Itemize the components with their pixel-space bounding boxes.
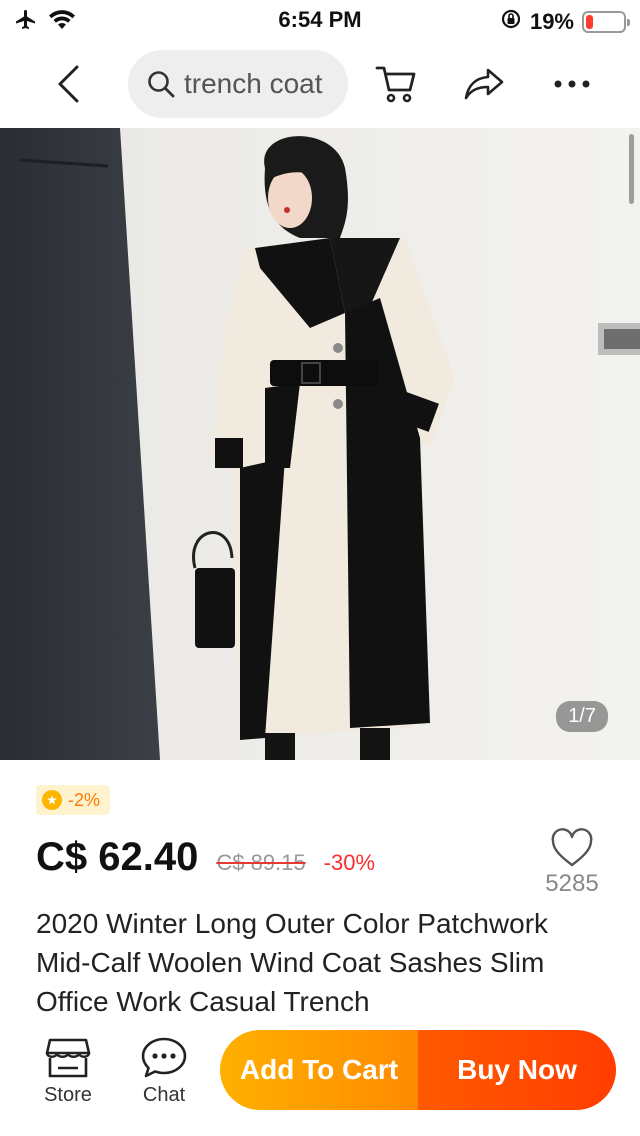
product-photo (0, 128, 640, 760)
share-button[interactable] (460, 60, 508, 108)
more-icon (554, 80, 590, 88)
more-button[interactable] (548, 60, 596, 108)
price-row: C$ 62.40 C$ 89.15 -30% (36, 835, 375, 880)
cart-button[interactable] (372, 60, 420, 108)
wishlist-button[interactable]: 5285 (542, 828, 602, 898)
back-icon (58, 65, 79, 103)
search-query: trench coat (184, 68, 323, 99)
coin-icon (42, 790, 62, 810)
back-button[interactable] (44, 60, 92, 108)
status-right: 19% (500, 8, 630, 36)
original-price: C$ 89.15 (216, 850, 306, 875)
search-icon (148, 71, 175, 98)
battery-icon (582, 11, 630, 33)
nav-bar: trench coat (0, 42, 640, 128)
product-title: 2020 Winter Long Outer Color Patchwork M… (36, 908, 549, 1017)
coin-discount-text: -2% (68, 789, 101, 810)
share-icon (464, 68, 504, 100)
heart-icon (551, 828, 593, 867)
chat-label: Chat (142, 1084, 186, 1106)
product-image[interactable]: 1/7 (0, 128, 640, 760)
coin-discount-badge[interactable]: -2% (36, 785, 111, 815)
current-price: C$ 62.40 (36, 835, 199, 879)
wishlist-count: 5285 (545, 870, 599, 897)
rotation-lock-icon (500, 8, 522, 36)
store-button[interactable]: Store (28, 1036, 108, 1107)
cart-icon (375, 66, 416, 103)
add-to-cart-button[interactable]: Add To Cart (220, 1030, 418, 1110)
buy-now-button[interactable]: Buy Now (418, 1030, 616, 1110)
store-label: Store (44, 1084, 92, 1106)
status-bar: 6:54 PM 19% (0, 0, 640, 42)
battery-fill (586, 15, 593, 29)
chat-button[interactable]: Chat (124, 1036, 204, 1107)
scroll-indicator (629, 134, 634, 204)
bottom-action-bar: Store Chat Add To Cart Buy Now (0, 1030, 640, 1136)
cta-group: Add To Cart Buy Now (220, 1030, 616, 1110)
image-counter: 1/7 (556, 701, 608, 732)
chat-icon (141, 1037, 187, 1078)
discount-percent: -30% (323, 850, 375, 875)
store-icon (45, 1038, 91, 1078)
battery-percent: 19% (529, 9, 574, 34)
search-bar[interactable]: trench coat (128, 50, 348, 118)
